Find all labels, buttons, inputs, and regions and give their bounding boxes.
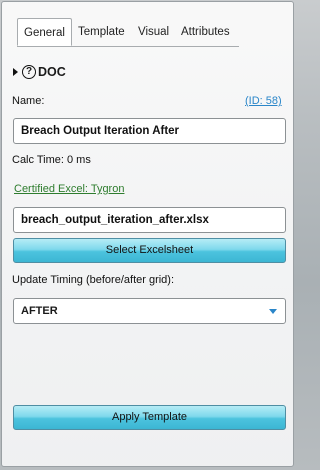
- help-icon[interactable]: ?: [22, 65, 36, 79]
- tab-general[interactable]: General: [17, 18, 72, 46]
- select-excelsheet-button[interactable]: Select Excelsheet: [13, 238, 286, 263]
- expand-triangle-icon[interactable]: [13, 68, 18, 76]
- update-timing-label: Update Timing (before/after grid):: [12, 274, 175, 286]
- template-panel: General Template Visual Attributes ? DOC…: [1, 1, 294, 467]
- name-field[interactable]: Breach Output Iteration After: [13, 118, 286, 144]
- certified-excel-link[interactable]: Certified Excel: Tygron: [14, 183, 124, 195]
- calc-time-label: Calc Time: 0 ms: [12, 154, 91, 166]
- tab-bar: General Template Visual Attributes: [17, 18, 239, 47]
- apply-template-button[interactable]: Apply Template: [13, 405, 286, 430]
- doc-label: DOC: [38, 65, 66, 79]
- excel-file-field[interactable]: breach_output_iteration_after.xlsx: [13, 207, 286, 233]
- update-timing-select[interactable]: AFTER: [13, 298, 286, 324]
- tab-attributes[interactable]: Attributes: [181, 18, 230, 45]
- update-timing-value: AFTER: [21, 305, 58, 317]
- doc-section-toggle[interactable]: ? DOC: [13, 62, 66, 82]
- tab-visual[interactable]: Visual: [138, 18, 169, 45]
- tab-template[interactable]: Template: [78, 18, 125, 45]
- name-label: Name:: [12, 95, 45, 107]
- chevron-down-icon[interactable]: [269, 309, 277, 314]
- id-link[interactable]: (ID: 58): [245, 95, 282, 107]
